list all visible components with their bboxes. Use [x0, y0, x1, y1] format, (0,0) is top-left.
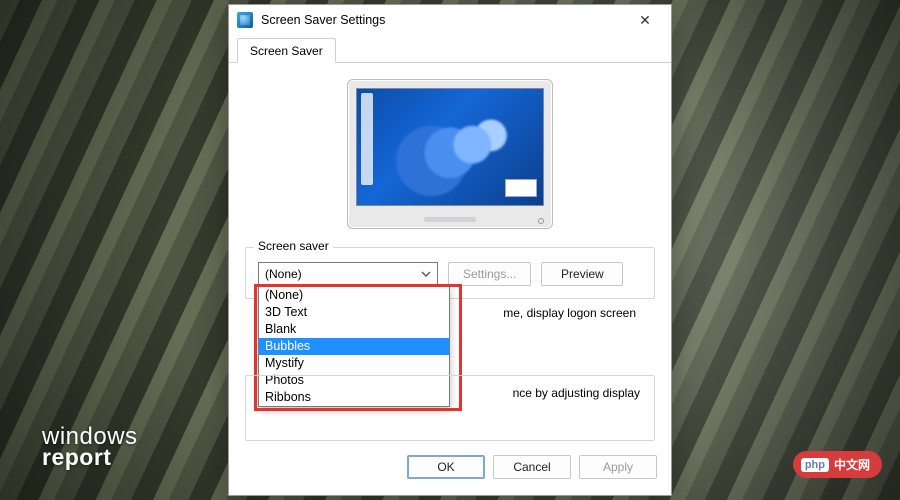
apply-button[interactable]: Apply — [579, 455, 657, 479]
screen-saver-settings-dialog: Screen Saver Settings ✕ Screen Saver Scr… — [228, 4, 672, 496]
power-fragment-text: nce by adjusting display — [513, 386, 640, 400]
option-blank[interactable]: Blank — [259, 321, 449, 338]
ok-button[interactable]: OK — [407, 455, 485, 479]
windowsreport-logo: windows report — [42, 426, 138, 468]
tab-label: Screen Saver — [250, 44, 323, 58]
chevron-down-icon — [419, 267, 433, 281]
monitor-screen — [356, 88, 544, 206]
dialog-content: Screen saver (None) Settings... Preview … — [229, 63, 671, 449]
preview-taskbar — [361, 93, 373, 185]
preview-button-label: Preview — [561, 267, 604, 281]
dialog-icon — [237, 12, 253, 28]
monitor-power-button — [538, 218, 544, 224]
combobox-selected-text: (None) — [265, 267, 302, 281]
wait-row-fragment: me, display logon screen — [503, 306, 636, 320]
groupbox-legend: Screen saver — [254, 239, 333, 253]
option-mystify[interactable]: Mystify — [259, 355, 449, 372]
option-none[interactable]: (None) — [259, 287, 449, 304]
monitor-stand-bar — [424, 217, 476, 222]
php-badge-prefix: php — [801, 458, 829, 472]
screen-saver-groupbox: Screen saver (None) Settings... Preview … — [245, 247, 655, 299]
monitor-frame — [347, 79, 553, 229]
titlebar[interactable]: Screen Saver Settings ✕ — [229, 5, 671, 35]
screensaver-combobox[interactable]: (None) — [258, 262, 438, 286]
settings-button[interactable]: Settings... — [448, 262, 531, 286]
cancel-button[interactable]: Cancel — [493, 455, 571, 479]
monitor-preview-area — [245, 73, 655, 241]
tab-strip: Screen Saver — [229, 35, 671, 63]
tab-screen-saver[interactable]: Screen Saver — [237, 38, 336, 63]
apply-button-label: Apply — [603, 460, 633, 474]
preview-button[interactable]: Preview — [541, 262, 623, 286]
preview-notification — [505, 179, 537, 197]
option-bubbles[interactable]: Bubbles — [259, 338, 449, 355]
cancel-button-label: Cancel — [513, 460, 550, 474]
power-management-groupbox: nce by adjusting display — [245, 375, 655, 441]
close-button[interactable]: ✕ — [623, 6, 667, 34]
option-3d-text[interactable]: 3D Text — [259, 304, 449, 321]
settings-button-label: Settings... — [463, 267, 516, 281]
logo-line2: report — [42, 447, 138, 468]
dialog-title: Screen Saver Settings — [261, 13, 615, 27]
ok-button-label: OK — [437, 460, 454, 474]
dialog-footer: OK Cancel Apply — [229, 449, 671, 495]
php-badge-text: 中文网 — [834, 456, 870, 473]
php-cn-badge: php 中文网 — [793, 451, 882, 478]
close-icon: ✕ — [639, 12, 651, 29]
